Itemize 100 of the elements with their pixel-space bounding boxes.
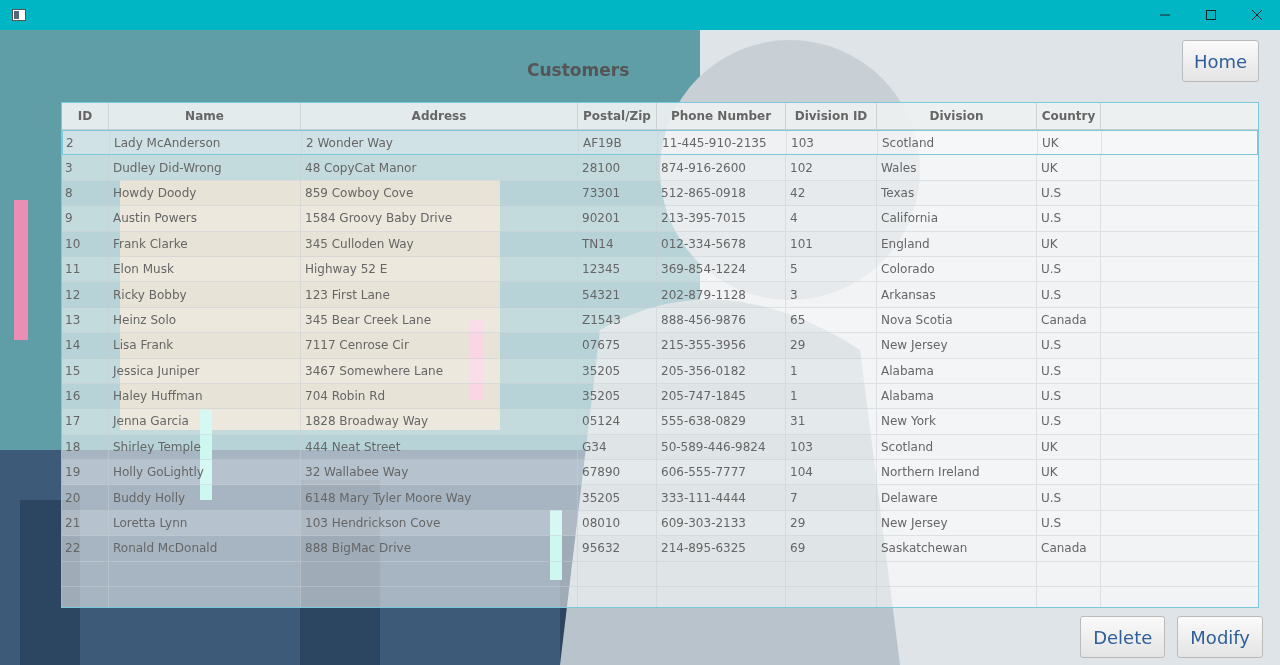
table-cell: 345 Bear Creek Lane (301, 307, 578, 333)
table-row[interactable]: 19 Holly GoLightly 32 Wallabee Way 67890 606-555-7777 104 Northern Ireland UK (62, 460, 1258, 486)
table-cell: U.S (1037, 485, 1101, 510)
table-cell: 28100 (578, 155, 657, 180)
table-row[interactable]: 3 Dudley Did-Wrong 48 CopyCat Manor 28100 874-916-2600 102 Wales UK (62, 155, 1258, 181)
table-cell: TN14 (578, 231, 657, 256)
table-cell: Wales (877, 155, 1037, 180)
table-cell: U.S (1037, 383, 1101, 409)
table-row[interactable]: 20 Buddy Holly 6148 Mary Tyler Moore Way 35205 333-111-4444 7 Delaware U.S (62, 485, 1258, 511)
table-cell: Elon Musk (109, 256, 301, 282)
table-cell: New York (877, 409, 1037, 434)
column-header[interactable]: Postal/Zip (578, 103, 657, 129)
delete-button[interactable]: Delete (1080, 616, 1166, 658)
table-row[interactable]: 9 Austin Powers 1584 Groovy Baby Drive 90201 213-395-7015 4 California U.S (62, 206, 1258, 232)
table-cell: 4 (786, 206, 877, 231)
column-header[interactable]: Phone Number (657, 103, 786, 129)
table-row[interactable]: 18 Shirley Temple 444 Neat Street G34 50-589-446-9824 103 Scotland UK (62, 434, 1258, 461)
table-cell: 103 (787, 131, 878, 155)
table-row[interactable]: 14 Lisa Frank 7117 Cenrose Cir 07675 215-355-3956 29 New Jersey U.S (62, 333, 1258, 359)
table-cell: 95632 (578, 536, 657, 561)
table-cell: 11-445-910-2135 (658, 131, 787, 155)
table-cell: 20 (62, 485, 109, 510)
table-cell: 874-916-2600 (657, 155, 786, 180)
table-cell: 123 First Lane (301, 282, 578, 307)
table-row[interactable]: 10 Frank Clarke 345 Culloden Way TN14 012-334-5678 101 England UK (62, 231, 1258, 257)
table-cell: 18 (62, 434, 109, 460)
table-cell: Scotland (878, 131, 1038, 155)
table-cell: U.S (1037, 180, 1101, 206)
table-cell: 54321 (578, 282, 657, 307)
column-header[interactable]: Division ID (786, 103, 877, 129)
table-cell: Buddy Holly (109, 485, 301, 510)
table-cell: 13 (62, 307, 109, 333)
table-cell: 21 (62, 510, 109, 536)
table-cell: Alabama (877, 358, 1037, 383)
table-row[interactable]: 15 Jessica Juniper 3467 Somewhere Lane 35205 205-356-0182 1 Alabama U.S (62, 358, 1258, 384)
table-cell: Heinz Solo (109, 307, 301, 333)
table-row[interactable]: 22 Ronald McDonald 888 BigMac Drive 95632 214-895-6325 69 Saskatchewan Canada (62, 536, 1258, 562)
table-row[interactable]: 21 Loretta Lynn 103 Hendrickson Cove 08010 609-303-2133 29 New Jersey U.S (62, 510, 1258, 537)
column-header[interactable]: ID (62, 103, 109, 129)
table-row[interactable]: 16 Haley Huffman 704 Robin Rd 35205 205-747-1845 1 Alabama U.S (62, 383, 1258, 410)
table-cell: Arkansas (877, 282, 1037, 307)
table-cell: 512-865-0918 (657, 180, 786, 206)
table-cell: Howdy Doody (109, 180, 301, 206)
table-row[interactable]: 2 Lady McAnderson 2 Wonder Way AF19B 11-445-910-2135 103 Scotland UK (62, 130, 1258, 156)
table-cell: 15 (62, 358, 109, 383)
page-title: Customers (527, 60, 630, 80)
table-cell: 90201 (578, 206, 657, 231)
table-cell: Delaware (877, 485, 1037, 510)
table-cell: 1 (786, 358, 877, 383)
column-header[interactable]: Country (1037, 103, 1101, 129)
table-cell: 213-395-7015 (657, 206, 786, 231)
table-cell: 101 (786, 231, 877, 256)
table-cell: 3 (786, 282, 877, 307)
table-cell: 73301 (578, 180, 657, 206)
table-row[interactable]: 12 Ricky Bobby 123 First Lane 54321 202-879-1128 3 Arkansas U.S (62, 282, 1258, 308)
table-cell: Jenna Garcia (109, 409, 301, 434)
table-cell: 67890 (578, 460, 657, 485)
column-header[interactable]: Division (877, 103, 1037, 129)
table-cell: 12 (62, 282, 109, 307)
table-row[interactable]: 13 Heinz Solo 345 Bear Creek Lane Z1543 888-456-9876 65 Nova Scotia Canada (62, 307, 1258, 334)
table-cell: 2 (63, 131, 110, 155)
table-cell: Saskatchewan (877, 536, 1037, 561)
table-cell: 69 (786, 536, 877, 561)
table-cell: 609-303-2133 (657, 510, 786, 536)
table-cell: 102 (786, 155, 877, 180)
column-header[interactable]: Address (301, 103, 578, 129)
table-row[interactable]: 11 Elon Musk Highway 52 E 12345 369-854-1224 5 Colorado U.S (62, 256, 1258, 283)
modify-button[interactable]: Modify (1177, 616, 1263, 658)
table-row[interactable]: 17 Jenna Garcia 1828 Broadway Way 05124 555-638-0829 31 New York U.S (62, 409, 1258, 435)
table-cell: Haley Huffman (109, 383, 301, 409)
table-cell: 50-589-446-9824 (657, 434, 786, 460)
table-cell: 444 Neat Street (301, 434, 578, 460)
table-cell: Nova Scotia (877, 307, 1037, 333)
table-cell: 11 (62, 256, 109, 282)
table-cell: Austin Powers (109, 206, 301, 231)
table-cell: 29 (786, 510, 877, 536)
table-cell: Lisa Frank (109, 333, 301, 358)
table-row[interactable]: 8 Howdy Doody 859 Cowboy Cove 73301 512-865-0918 42 Texas U.S (62, 180, 1258, 207)
table-cell: California (877, 206, 1037, 231)
table-cell: Scotland (877, 434, 1037, 460)
table-cell: Canada (1037, 536, 1101, 561)
table-cell: 48 CopyCat Manor (301, 155, 578, 180)
table-cell: Northern Ireland (877, 460, 1037, 485)
table-cell: 05124 (578, 409, 657, 434)
table-cell: 333-111-4444 (657, 485, 786, 510)
table-cell: G34 (578, 434, 657, 460)
table-cell: 369-854-1224 (657, 256, 786, 282)
home-button[interactable]: Home (1182, 40, 1259, 82)
table-cell: 35205 (578, 383, 657, 409)
table-cell: U.S (1037, 358, 1101, 383)
table-cell: New Jersey (877, 333, 1037, 358)
table-cell: 555-638-0829 (657, 409, 786, 434)
column-header[interactable]: Name (109, 103, 301, 129)
table-cell: Holly GoLightly (109, 460, 301, 485)
table-cell: 1 (786, 383, 877, 409)
table-cell: 31 (786, 409, 877, 434)
table-cell: Ronald McDonald (109, 536, 301, 561)
table-cell: UK (1037, 460, 1101, 485)
table-cell: Loretta Lynn (109, 510, 301, 536)
table-cell: 205-747-1845 (657, 383, 786, 409)
